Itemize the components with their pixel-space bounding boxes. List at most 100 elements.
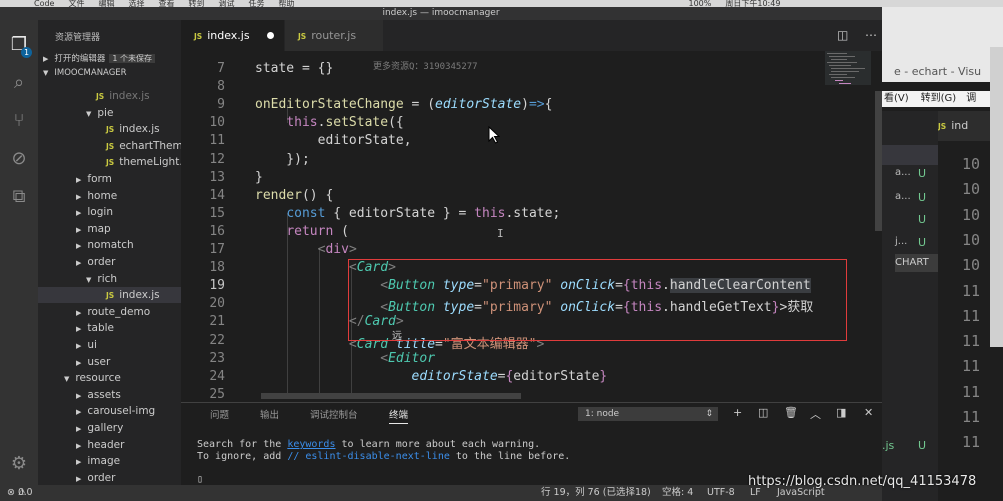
chevron-right-icon: ▶ <box>76 342 82 350</box>
mac-menu-item[interactable]: 调试 <box>218 0 234 7</box>
folder-item[interactable]: ▶ nomatch <box>38 237 181 253</box>
annotation-red-box <box>348 259 847 341</box>
folder-item[interactable]: ▶ table <box>38 320 181 336</box>
tab-problems[interactable]: 问题 <box>210 407 229 421</box>
open-editors-section[interactable]: ▶ 打开的编辑器 1 个未保存 <box>43 52 156 64</box>
folder-item[interactable]: ▶ home <box>38 188 181 204</box>
unsaved-badge: 1 个未保存 <box>109 54 156 63</box>
file-item[interactable]: JS index.js <box>38 287 181 304</box>
background-line-number: 11 <box>962 433 981 452</box>
code-line: <Editor <box>380 350 436 366</box>
more-actions-icon[interactable]: ⋯ <box>865 28 877 42</box>
folder-item[interactable]: ▶ ui <box>38 337 181 353</box>
folder-item[interactable]: ▶ order <box>38 254 181 270</box>
settings-gear-icon[interactable]: ⚙ <box>8 453 30 475</box>
chevron-right-icon: ▶ <box>76 474 82 483</box>
file-item[interactable]: JSechartTheme.js <box>38 138 181 154</box>
mac-menu-item[interactable]: 任务 <box>248 0 264 7</box>
mac-menu-item[interactable]: 周日下午10:49 <box>725 0 780 7</box>
folder-item[interactable]: ▶ map <box>38 221 181 237</box>
mac-menu-item[interactable]: 100% <box>688 0 711 7</box>
folder-item[interactable]: ▶ assets <box>38 387 181 403</box>
folder-item[interactable]: ▼ resource <box>38 370 181 386</box>
background-window-menu: 看(V) 转到(G) 调 <box>882 91 1003 107</box>
chevron-right-icon: ▶ <box>43 55 49 63</box>
line-number: 14 <box>209 187 225 203</box>
unsaved-dot-icon[interactable] <box>267 32 274 39</box>
chevron-right-icon: ▶ <box>76 391 82 400</box>
folder-item[interactable]: ▼ rich <box>38 271 181 287</box>
line-number: 10 <box>209 115 225 131</box>
chevron-right-icon: ▶ <box>76 242 82 251</box>
line-number: 24 <box>209 368 225 384</box>
minimap[interactable] <box>825 51 871 111</box>
folder-item[interactable]: ▶ order <box>38 470 181 485</box>
folder-item[interactable]: ▶ login <box>38 204 181 220</box>
cursor-position[interactable]: 行 19，列 76 (已选择18) <box>541 485 651 501</box>
editor-tabs: JS index.js JS router.js ◫ ⋯ <box>181 20 882 51</box>
line-number: 17 <box>209 242 225 257</box>
mac-menu-item[interactable]: 编辑 <box>98 0 114 7</box>
split-terminal-icon[interactable]: ◫ <box>758 406 768 419</box>
search-icon[interactable]: ⌕ <box>8 72 30 94</box>
mac-menu-item[interactable]: 文件 <box>68 0 84 7</box>
plus-icon[interactable]: + <box>733 406 742 419</box>
mac-menu-item[interactable]: 帮助 <box>278 0 294 7</box>
extensions-icon[interactable]: ⧉ <box>8 186 30 208</box>
encoding[interactable]: UTF-8 <box>707 485 735 501</box>
editor-scrollbar[interactable] <box>875 91 882 231</box>
folder-item[interactable]: ▶ carousel-img <box>38 403 181 419</box>
tab-index-js[interactable]: JS index.js <box>181 20 284 51</box>
js-file-icon: JS <box>106 158 115 168</box>
tab-terminal[interactable]: 终端 <box>389 407 409 424</box>
tab-router-js[interactable]: JS router.js <box>285 20 383 51</box>
folder-item[interactable]: ▼ pie <box>38 105 181 121</box>
folder-item[interactable]: ▶ route_demo <box>38 304 181 320</box>
file-item[interactable]: JSthemeLight.js <box>38 154 181 170</box>
close-icon[interactable]: ✕ <box>864 406 873 419</box>
background-line-number: 11 <box>962 306 981 325</box>
js-file-icon: JS <box>106 291 115 301</box>
chevron-up-icon[interactable]: ︿ <box>810 406 821 422</box>
folder-item[interactable]: ▶ user <box>38 354 181 370</box>
problems-indicator[interactable]: ⊗ 0 ⚠ 0 <box>7 485 33 501</box>
background-window-title: e - echart - Visu <box>894 65 982 78</box>
mac-menu-item[interactable]: Code <box>34 0 54 7</box>
tab-debug-console[interactable]: 调试控制台 <box>310 407 358 421</box>
code-editor[interactable]: 7 8 9 10 11 12 13 14 15 16 17 18 19 20 21 22 23 24 25 stat… <box>181 51 882 399</box>
maximize-panel-icon[interactable]: ◨ <box>836 406 846 419</box>
js-file-icon: JS <box>106 141 115 151</box>
line-number: 9 <box>217 97 225 113</box>
folder-item[interactable]: ▶ gallery <box>38 420 181 436</box>
chevron-right-icon: ▶ <box>76 192 82 201</box>
debug-icon[interactable]: ⊘ <box>8 148 30 170</box>
folder-item[interactable]: ▶ header <box>38 437 181 453</box>
background-line-number: 10 <box>962 256 981 275</box>
tab-output[interactable]: 输出 <box>260 407 279 421</box>
file-item[interactable]: JS index.js <box>38 121 181 137</box>
project-section[interactable]: ▼ IMOOCMANAGER <box>43 68 127 78</box>
file-item[interactable]: JS index.js <box>38 88 181 104</box>
mac-menu-item[interactable]: 选择 <box>128 0 144 7</box>
js-file-icon: JS <box>298 32 307 41</box>
folder-item[interactable]: ▶ form <box>38 171 181 187</box>
chevron-right-icon: ▶ <box>76 325 82 334</box>
folder-item[interactable]: ▶ image <box>38 453 181 469</box>
explorer-icon[interactable]: ❐ 1 <box>8 34 32 58</box>
code-line: }); <box>255 151 310 167</box>
explorer-badge: 1 <box>21 47 32 58</box>
indentation[interactable]: 空格: 4 <box>662 485 693 501</box>
trash-icon[interactable]: 🗑 <box>784 406 798 419</box>
chevron-right-icon: ▶ <box>76 441 82 450</box>
mac-menu-item[interactable]: 转到 <box>188 0 204 7</box>
line-number: 22 <box>209 332 225 348</box>
horizontal-scrollbar[interactable] <box>261 393 521 399</box>
split-editor-icon[interactable]: ◫ <box>837 28 848 42</box>
mac-menu-item[interactable]: 查看 <box>158 0 174 7</box>
line-number: 20 <box>209 296 225 312</box>
background-line-number: 10 <box>962 230 981 249</box>
terminal-line: ▯ <box>197 473 204 485</box>
activity-bar: ❐ 1 ⌕ ⑂ ⊘ ⧉ ⚙ <box>0 20 38 485</box>
terminal-select[interactable]: 1: node ⇕ <box>578 407 718 421</box>
source-control-icon[interactable]: ⑂ <box>8 110 30 132</box>
